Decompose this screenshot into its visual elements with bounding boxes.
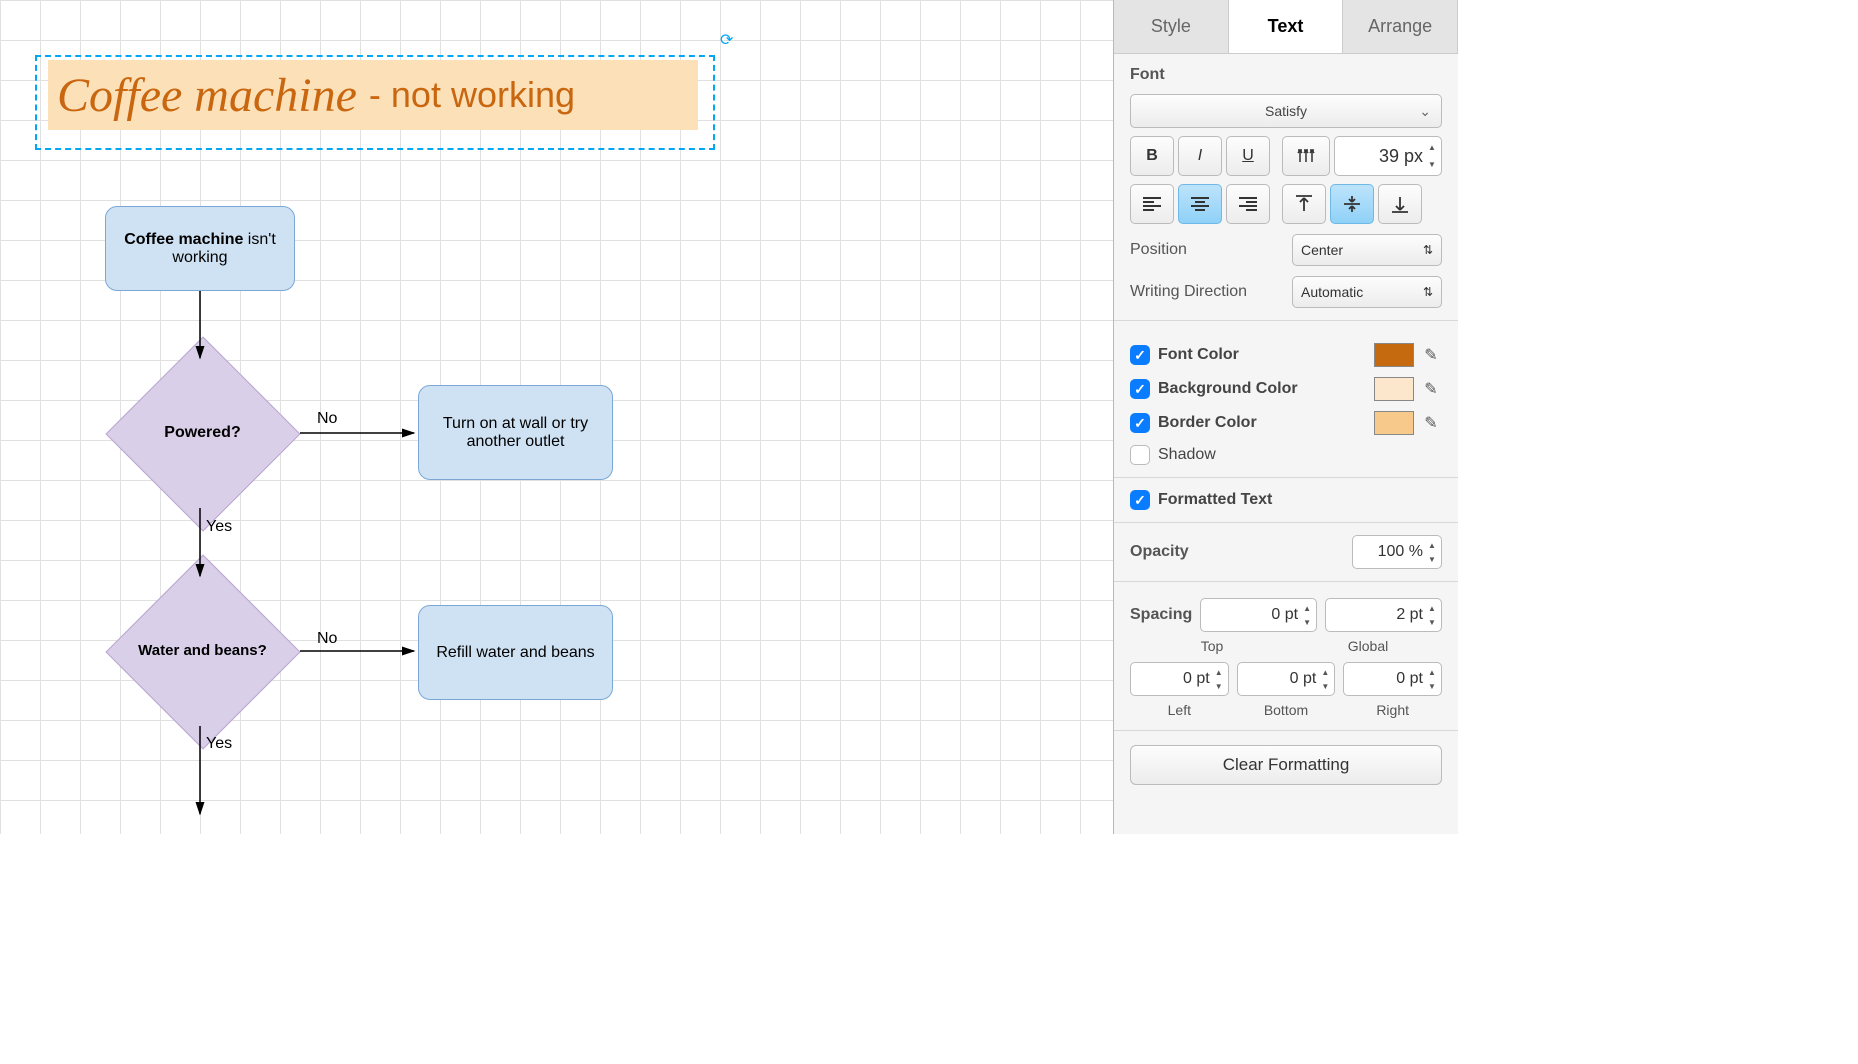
valign-bottom-button[interactable] (1378, 184, 1422, 224)
vertical-text-button[interactable] (1282, 136, 1330, 176)
clear-formatting-button[interactable]: Clear Formatting (1130, 745, 1442, 785)
font-color-swatch[interactable] (1374, 343, 1414, 367)
chevron-updown-icon: ⇅ (1423, 285, 1433, 299)
bg-color-checkbox[interactable]: ✓ (1130, 379, 1150, 399)
border-color-swatch[interactable] (1374, 411, 1414, 435)
tab-text[interactable]: Text (1229, 0, 1344, 53)
spacing-global-label: Global (1294, 638, 1442, 654)
shadow-label: Shadow (1158, 446, 1216, 464)
section-spacing: Spacing 0 pt▲▼ 2 pt▲▼ Top Global 0 pt▲▼ … (1114, 582, 1458, 731)
opacity-input[interactable]: 100 % ▲▼ (1352, 535, 1442, 569)
writing-direction-value: Automatic (1301, 284, 1363, 300)
font-heading: Font (1130, 66, 1442, 84)
eyedropper-icon[interactable]: ✎ (1420, 412, 1442, 434)
diamond-text: Powered? (105, 355, 300, 510)
font-color-label: Font Color (1158, 346, 1239, 364)
italic-button[interactable]: I (1178, 136, 1222, 176)
title-script: Coffee machine (57, 68, 357, 123)
position-label: Position (1130, 241, 1187, 259)
edge-label-no2[interactable]: No (317, 630, 337, 648)
bg-color-label: Background Color (1158, 380, 1298, 398)
opacity-value: 100 % (1378, 543, 1423, 561)
spacing-left-label: Left (1130, 702, 1229, 718)
node-action-poweron-text: Turn on at wall or try another outlet (427, 415, 604, 451)
spacing-bottom-label: Bottom (1237, 702, 1336, 718)
title-text-shape[interactable]: Coffee machine - not working (48, 60, 698, 130)
sidebar-tabs: Style Text Arrange (1114, 0, 1458, 54)
spacing-left-val: 0 pt (1183, 670, 1210, 688)
font-size-value: 39 px (1379, 146, 1423, 167)
spacing-right-label: Right (1343, 702, 1442, 718)
spacing-global-val: 2 pt (1396, 606, 1423, 624)
spacing-top-label: Top (1138, 638, 1286, 654)
node-decision-water[interactable]: Water and beans? (105, 573, 300, 728)
eyedropper-icon[interactable]: ✎ (1420, 344, 1442, 366)
eyedropper-icon[interactable]: ✎ (1420, 378, 1442, 400)
node-action-refill-text: Refill water and beans (436, 644, 594, 662)
diagram-canvas[interactable]: ⟳ Coffee machine - not working Coffee ma… (0, 0, 1114, 834)
opacity-spinner[interactable]: ▲▼ (1425, 538, 1439, 566)
writing-direction-label: Writing Direction (1130, 283, 1247, 301)
spacing-top-val: 0 pt (1271, 606, 1298, 624)
spacing-bottom-input[interactable]: 0 pt▲▼ (1237, 662, 1336, 696)
node-action-poweron[interactable]: Turn on at wall or try another outlet (418, 385, 613, 480)
section-colors: ✓ Font Color ✎ ✓ Background Color ✎ ✓ Bo… (1114, 321, 1458, 478)
node-start-text: Coffee machine isn't working (114, 231, 286, 267)
valign-middle-button[interactable] (1330, 184, 1374, 224)
shadow-checkbox[interactable] (1130, 445, 1150, 465)
section-opacity: Opacity 100 % ▲▼ (1114, 523, 1458, 582)
writing-direction-select[interactable]: Automatic ⇅ (1292, 276, 1442, 308)
position-select[interactable]: Center ⇅ (1292, 234, 1442, 266)
formatted-text-label: Formatted Text (1158, 491, 1272, 509)
chevron-updown-icon: ⇅ (1423, 243, 1433, 257)
title-rest: - not working (369, 74, 575, 116)
spacing-right-input[interactable]: 0 pt▲▼ (1343, 662, 1442, 696)
tab-arrange[interactable]: Arrange (1343, 0, 1458, 53)
bg-color-swatch[interactable] (1374, 377, 1414, 401)
border-color-checkbox[interactable]: ✓ (1130, 413, 1150, 433)
border-color-label: Border Color (1158, 414, 1257, 432)
opacity-label: Opacity (1130, 543, 1189, 561)
font-size-spinner[interactable]: ▲▼ (1425, 139, 1439, 173)
align-left-button[interactable] (1130, 184, 1174, 224)
spacing-label: Spacing (1130, 606, 1192, 624)
tab-style[interactable]: Style (1114, 0, 1229, 53)
edge-label-yes2[interactable]: Yes (206, 735, 232, 753)
node-start[interactable]: Coffee machine isn't working (105, 206, 295, 291)
font-size-input[interactable]: 39 px ▲▼ (1334, 136, 1442, 176)
spacing-right-val: 0 pt (1396, 670, 1423, 688)
section-font: Font Satisfy B I U 39 px ▲▼ (1114, 54, 1458, 321)
rotate-handle-icon[interactable]: ⟳ (720, 30, 738, 48)
section-formatted: ✓ Formatted Text (1114, 478, 1458, 523)
font-family-select[interactable]: Satisfy (1130, 94, 1442, 128)
node-decision-powered[interactable]: Powered? (105, 355, 300, 510)
font-color-checkbox[interactable]: ✓ (1130, 345, 1150, 365)
bold-button[interactable]: B (1130, 136, 1174, 176)
format-sidebar: Style Text Arrange Font Satisfy B I U 39… (1114, 0, 1458, 834)
valign-top-button[interactable] (1282, 184, 1326, 224)
spacing-bottom-val: 0 pt (1290, 670, 1317, 688)
spacing-top-input[interactable]: 0 pt▲▼ (1200, 598, 1317, 632)
diamond-text: Water and beans? (105, 573, 300, 728)
align-center-button[interactable] (1178, 184, 1222, 224)
edge-label-yes1[interactable]: Yes (206, 518, 232, 536)
position-value: Center (1301, 242, 1343, 258)
underline-button[interactable]: U (1226, 136, 1270, 176)
align-right-button[interactable] (1226, 184, 1270, 224)
node-action-refill[interactable]: Refill water and beans (418, 605, 613, 700)
spacing-left-input[interactable]: 0 pt▲▼ (1130, 662, 1229, 696)
spacing-global-input[interactable]: 2 pt▲▼ (1325, 598, 1442, 632)
edge-label-no1[interactable]: No (317, 410, 337, 428)
formatted-text-checkbox[interactable]: ✓ (1130, 490, 1150, 510)
